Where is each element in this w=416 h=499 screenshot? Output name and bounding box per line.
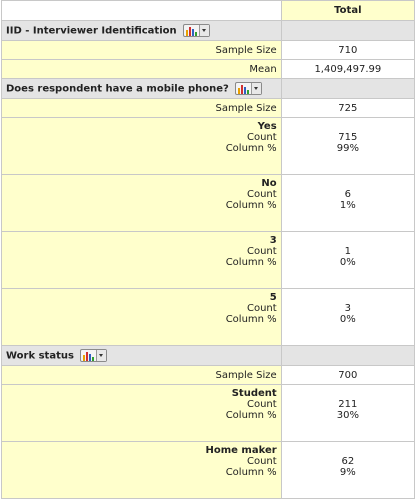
table-row: Sample Size 710 [1, 40, 416, 60]
bar-chart-menu-icon[interactable] [235, 82, 263, 95]
row-label: Mean [1, 59, 282, 79]
column-pct-label: Column % [225, 314, 277, 325]
count-value: 715 [338, 132, 358, 143]
bar-chart-menu-icon[interactable] [80, 349, 108, 362]
category-name: Home maker [205, 445, 277, 456]
column-pct-label: Column % [225, 410, 277, 421]
category-row: 5 Count Column % 3 0% [1, 288, 416, 346]
count-value: 6 [344, 189, 352, 200]
header-corner [1, 0, 282, 21]
table-row: Sample Size 700 [1, 365, 416, 385]
column-pct-label: Column % [225, 467, 277, 478]
count-label: Count [246, 189, 277, 200]
chevron-down-icon[interactable] [251, 83, 262, 94]
chevron-down-icon[interactable] [199, 25, 210, 36]
count-label: Count [246, 246, 277, 257]
row-value: 700 [280, 365, 416, 385]
count-label: Count [246, 456, 277, 467]
row-label: Sample Size [1, 365, 282, 385]
category-name: Student [231, 388, 277, 399]
total-column-header: Total [280, 0, 416, 21]
column-pct-value: 0% [339, 257, 356, 268]
column-pct-label: Column % [225, 143, 277, 154]
category-row: Yes Count Column % 715 99% [1, 117, 416, 175]
category-name: 3 [269, 235, 277, 246]
category-row: 3 Count Column % 1 0% [1, 231, 416, 289]
count-value: 1 [344, 246, 352, 257]
count-value: 211 [338, 399, 358, 410]
count-value: 3 [344, 303, 352, 314]
chevron-down-icon[interactable] [96, 350, 107, 361]
column-pct-value: 9% [339, 467, 356, 478]
section-title: Work status [6, 350, 74, 362]
crosstab-table: Total IID - Interviewer Identification S… [1, 0, 416, 499]
row-label: Sample Size [1, 40, 282, 60]
section-header-mobile-phone: Does respondent have a mobile phone? [1, 78, 416, 99]
count-value: 62 [341, 456, 355, 467]
row-value: 725 [280, 98, 416, 118]
section-title: IID - Interviewer Identification [6, 25, 177, 37]
table-row: Sample Size 725 [1, 98, 416, 118]
column-pct-label: Column % [225, 200, 277, 211]
category-row: No Count Column % 6 1% [1, 174, 416, 232]
row-value: 710 [280, 40, 416, 60]
category-name: 5 [269, 292, 277, 303]
bar-chart-menu-icon[interactable] [183, 24, 211, 37]
column-pct-label: Column % [225, 257, 277, 268]
category-row: Home maker Count Column % 62 9% [1, 441, 416, 499]
header-row: Total [1, 0, 416, 21]
column-pct-value: 0% [339, 314, 356, 325]
section-header-work-status: Work status [1, 345, 416, 366]
count-label: Count [246, 132, 277, 143]
section-header-interviewer-id: IID - Interviewer Identification [1, 20, 416, 41]
row-label: Sample Size [1, 98, 282, 118]
section-title: Does respondent have a mobile phone? [6, 83, 229, 95]
column-pct-value: 30% [336, 410, 359, 421]
count-label: Count [246, 303, 277, 314]
row-value: 1,409,497.99 [280, 59, 416, 79]
table-row: Mean 1,409,497.99 [1, 59, 416, 79]
category-name: No [261, 178, 277, 189]
category-row: Student Count Column % 211 30% [1, 384, 416, 442]
column-pct-value: 1% [339, 200, 356, 211]
column-pct-value: 99% [336, 143, 359, 154]
count-label: Count [246, 399, 277, 410]
category-name: Yes [257, 121, 277, 132]
